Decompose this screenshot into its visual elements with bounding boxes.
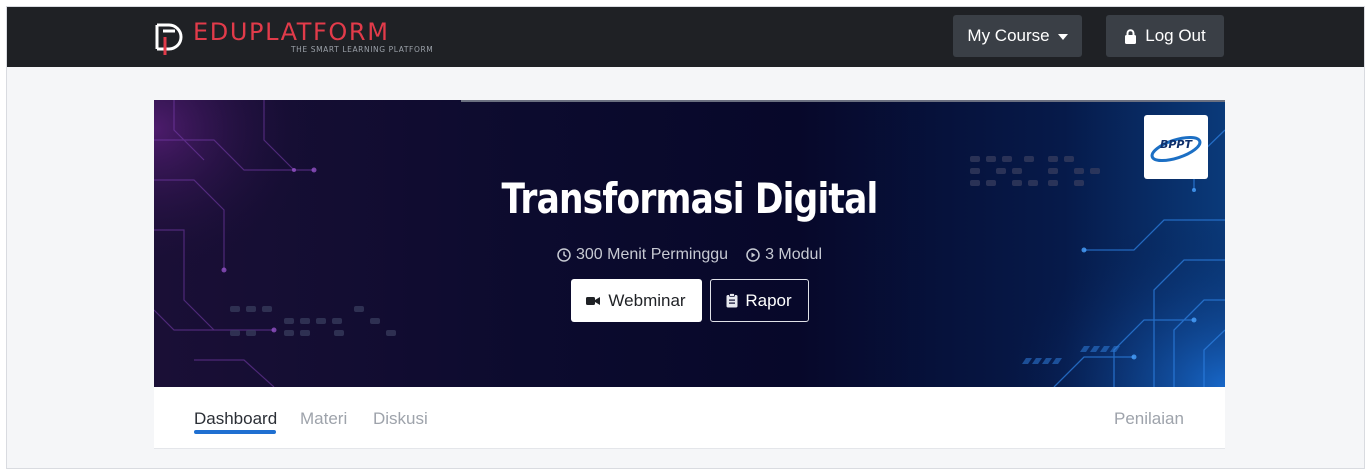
course-meta: 300 Menit Perminggu 3 Modul [154, 246, 1225, 264]
banner-top-divider [461, 100, 1225, 102]
course-modules-text: 3 Modul [765, 246, 822, 263]
course-tabbar: Dashboard Materi Diskusi Penilaian [154, 387, 1225, 449]
my-course-dropdown-button[interactable]: My Course [953, 15, 1082, 57]
organization-logo: BPPT [1144, 115, 1208, 179]
webminar-label: Webminar [608, 290, 686, 310]
logout-label: Log Out [1145, 26, 1206, 45]
my-course-label: My Course [967, 26, 1050, 45]
lock-icon [1125, 28, 1137, 44]
logout-button[interactable]: Log Out [1106, 15, 1224, 57]
course-title: Transformasi Digital [501, 174, 879, 223]
rapor-button[interactable]: Rapor [709, 279, 809, 322]
logo-mark-icon [155, 23, 183, 55]
logo-tagline: THE SMART LEARNING PLATFORM [291, 45, 434, 54]
course-duration: 300 Menit Perminggu [557, 246, 728, 264]
play-circle-icon [746, 248, 760, 262]
rapor-label: Rapor [745, 290, 792, 310]
bppt-logo-icon: BPPT [1150, 135, 1202, 163]
course-duration-text: 300 Menit Perminggu [575, 246, 729, 263]
top-navbar: EDUPLATFORM THE SMART LEARNING PLATFORM … [7, 7, 1364, 67]
video-camera-icon [586, 296, 601, 305]
caret-down-icon [1057, 34, 1068, 40]
org-logo-text: BPPT [1160, 138, 1194, 151]
tab-penilaian[interactable]: Penilaian [1114, 409, 1184, 429]
course-modules: 3 Modul [746, 246, 822, 264]
active-tab-indicator [194, 430, 276, 434]
logo-wordmark: EDUPLATFORM [193, 18, 390, 46]
clipboard-icon [726, 293, 738, 308]
course-banner: Transformasi Digital 300 Menit Perminggu… [154, 100, 1225, 387]
tab-materi[interactable]: Materi [300, 409, 347, 429]
tab-diskusi[interactable]: Diskusi [373, 409, 428, 429]
course-actions: Webminar Rapor [154, 279, 1225, 322]
webminar-button[interactable]: Webminar [570, 279, 702, 322]
clock-icon [557, 248, 571, 262]
circuit-background-graphic [154, 100, 1225, 387]
tab-dashboard[interactable]: Dashboard [194, 409, 277, 429]
eduplatform-logo[interactable]: EDUPLATFORM THE SMART LEARNING PLATFORM [153, 17, 433, 57]
app-frame: EDUPLATFORM THE SMART LEARNING PLATFORM … [6, 6, 1365, 469]
